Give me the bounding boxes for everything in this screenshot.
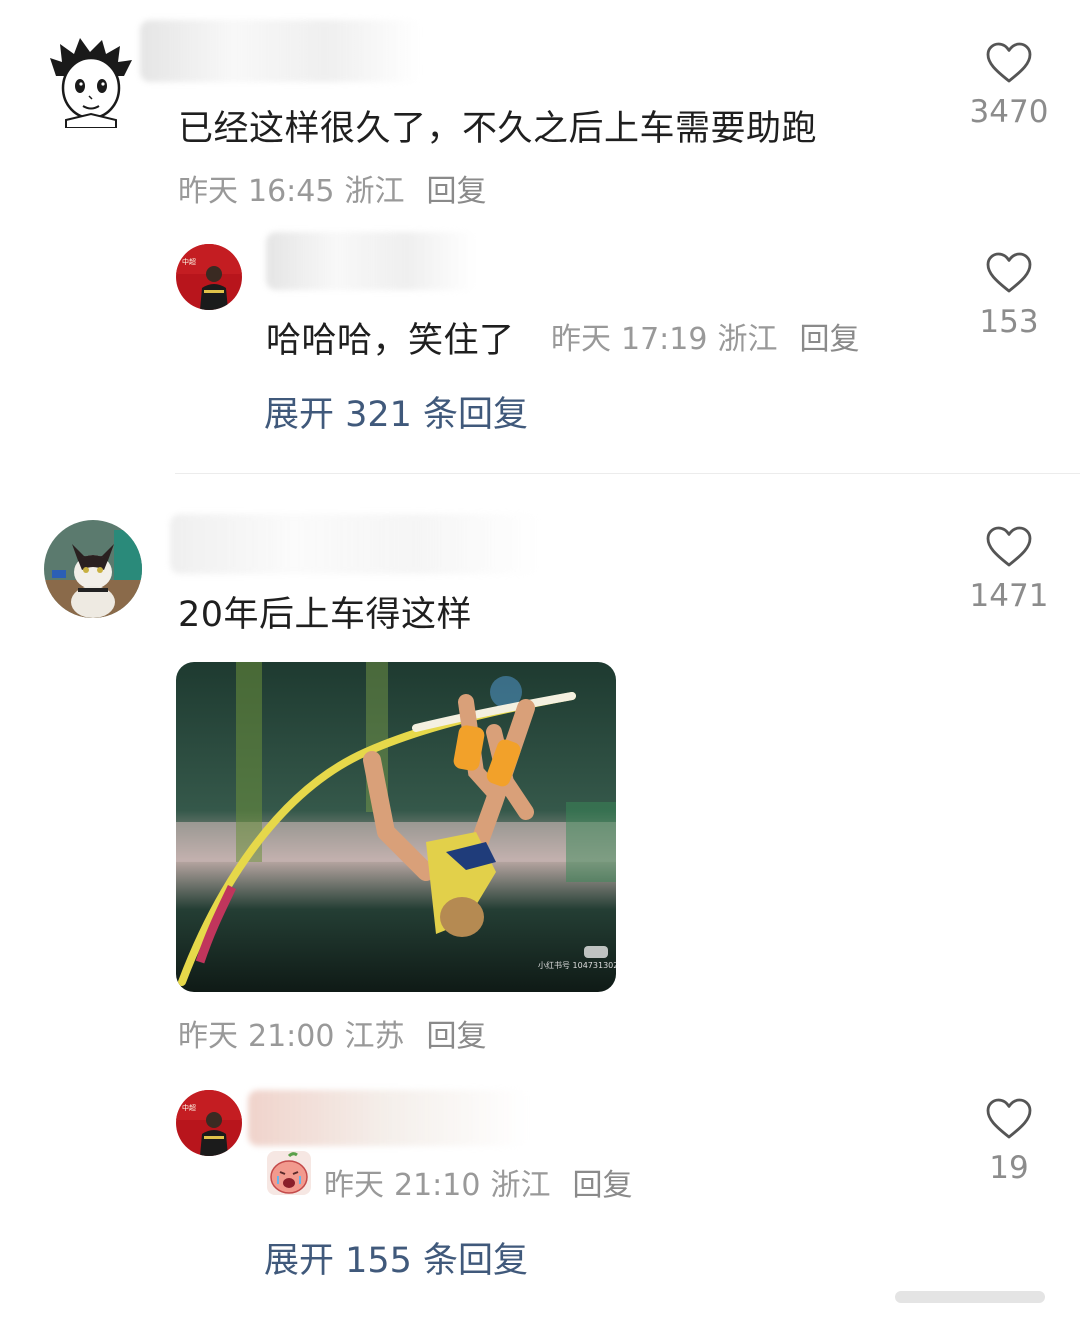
comment-time: 16:45 — [248, 174, 335, 209]
emoji-reply — [266, 1150, 312, 1196]
heart-icon — [986, 42, 1032, 83]
like-count: 153 — [979, 304, 1039, 340]
reply-text: 哈哈哈，笑住了 — [266, 321, 515, 361]
heart-icon — [986, 252, 1032, 293]
heart-icon — [986, 1098, 1032, 1139]
reply-location: 浙江 — [717, 322, 778, 357]
comment-image[interactable]: 小红书号 1047313024 — [176, 662, 616, 992]
cartoon-boy-avatar-icon — [50, 38, 132, 128]
like-button[interactable]: 19 — [954, 1098, 1064, 1186]
reply-button[interactable]: 回复 — [572, 1168, 632, 1203]
svg-text:小红书号 1047313024: 小红书号 1047313024 — [538, 960, 616, 970]
cat-photo-avatar-icon — [44, 520, 142, 618]
divider — [175, 473, 1080, 474]
home-indicator[interactable] — [895, 1291, 1045, 1303]
comment-date: 昨天 — [178, 174, 238, 209]
athlete-photo-avatar-icon: 中超 — [176, 244, 242, 310]
reply-avatar[interactable]: 中超 — [176, 1090, 242, 1156]
username-blurred[interactable] — [248, 1090, 528, 1146]
reply-time: 21:10 — [394, 1168, 481, 1203]
comment-text: 已经这样很久了，不久之后上车需要助跑 — [178, 109, 818, 149]
comment-date: 昨天 — [178, 1019, 238, 1054]
reply-button[interactable]: 回复 — [799, 322, 859, 357]
like-button[interactable]: 3470 — [954, 42, 1064, 130]
like-button[interactable]: 1471 — [954, 526, 1064, 614]
reply-avatar[interactable]: 中超 — [176, 244, 242, 310]
like-count: 1471 — [969, 578, 1049, 614]
like-button[interactable]: 153 — [954, 252, 1064, 340]
comment-location: 浙江 — [344, 174, 405, 209]
comment-time: 21:00 — [248, 1019, 335, 1054]
reply-button[interactable]: 回复 — [426, 174, 486, 209]
reply-button[interactable]: 回复 — [426, 1019, 486, 1054]
reply-location: 浙江 — [490, 1168, 551, 1203]
like-count: 3470 — [969, 94, 1049, 130]
svg-text:中超: 中超 — [182, 1103, 196, 1112]
athlete-photo-avatar-icon: 中超 — [176, 1090, 242, 1156]
username-blurred[interactable] — [170, 514, 540, 574]
expand-replies-link[interactable]: 展开 321 条回复 — [264, 386, 528, 437]
heart-icon — [986, 526, 1032, 567]
pole-vault-photo-icon: 小红书号 1047313024 — [176, 662, 616, 992]
user-avatar[interactable] — [48, 36, 134, 128]
comment-text: 20年后上车得这样 — [178, 595, 473, 635]
username-blurred[interactable] — [140, 20, 420, 82]
reply-time: 17:19 — [621, 322, 708, 357]
svg-text:中超: 中超 — [182, 257, 196, 266]
comment-section: 已经这样很久了，不久之后上车需要助跑 昨天 16:45 浙江 回复 3470 中超 哈… — [0, 0, 1080, 1319]
expand-replies-link[interactable]: 展开 155 条回复 — [264, 1232, 528, 1283]
crying-peach-emoji-icon — [267, 1151, 311, 1195]
comment-meta: 昨天 16:45 浙江 回复 — [178, 166, 496, 210]
reply-meta: 昨天 17:19 浙江 回复 — [551, 314, 869, 358]
reply-date: 昨天 — [551, 322, 611, 357]
like-count: 19 — [989, 1150, 1029, 1186]
comment-location: 江苏 — [344, 1019, 405, 1054]
comment-meta: 昨天 21:00 江苏 回复 — [178, 1011, 496, 1055]
user-avatar[interactable] — [44, 520, 142, 618]
reply-date: 昨天 — [324, 1168, 384, 1203]
username-blurred[interactable] — [266, 232, 476, 290]
reply-meta: 昨天 21:10 浙江 回复 — [324, 1160, 642, 1204]
